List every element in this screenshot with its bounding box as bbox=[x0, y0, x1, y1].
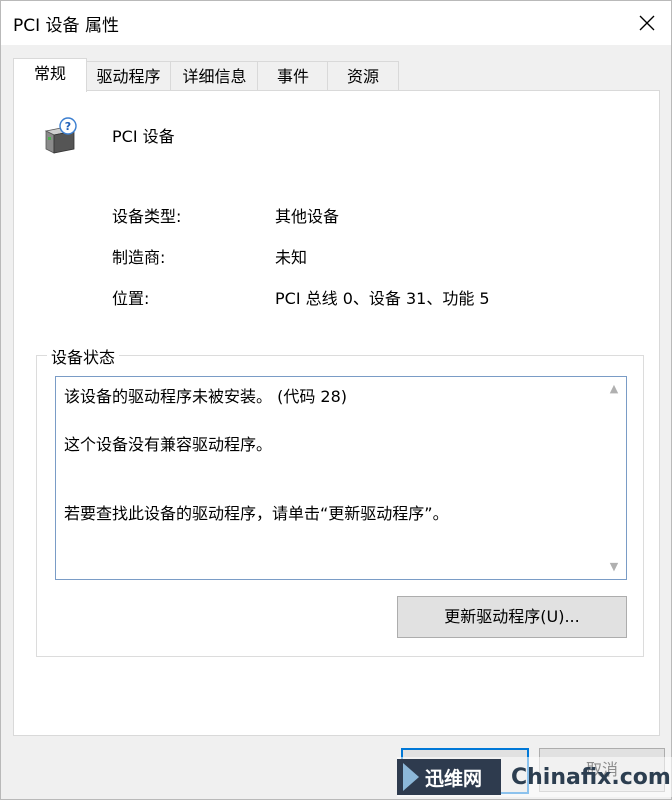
arrow-icon bbox=[403, 763, 419, 791]
device-type-value: 其他设备 bbox=[275, 207, 340, 226]
watermark: 迅维网 Chinafix.com bbox=[397, 757, 672, 797]
watermark-logo-text: 迅维网 bbox=[425, 767, 483, 790]
status-line: 这个设备没有兼容驱动程序。 bbox=[64, 435, 273, 454]
location-label: 位置: bbox=[112, 289, 150, 308]
status-line: 该设备的驱动程序未被安装。 (代码 28) bbox=[64, 387, 348, 406]
close-icon bbox=[639, 15, 655, 31]
device-name: PCI 设备 bbox=[112, 127, 175, 146]
watermark-text: Chinafix.com bbox=[511, 764, 671, 790]
device-status-group: 设备状态 该设备的驱动程序未被安装。 (代码 28) 这个设备没有兼容驱动程序。… bbox=[36, 344, 644, 657]
window-title: PCI 设备 属性 bbox=[13, 16, 119, 36]
tab-resources[interactable]: 资源 bbox=[327, 61, 399, 92]
scroll-down-icon[interactable]: ▼ bbox=[608, 561, 620, 573]
device-status-legend: 设备状态 bbox=[47, 344, 120, 368]
status-line: 若要查找此设备的驱动程序，请单击“更新驱动程序”。 bbox=[64, 504, 449, 523]
unknown-device-icon: ? bbox=[44, 117, 77, 154]
manufacturer-label: 制造商: bbox=[112, 248, 166, 267]
device-status-textbox[interactable]: 该设备的驱动程序未被安装。 (代码 28) 这个设备没有兼容驱动程序。 若要查找… bbox=[55, 376, 627, 580]
tab-general[interactable]: 常规 bbox=[13, 58, 87, 92]
tab-events[interactable]: 事件 bbox=[257, 61, 329, 92]
scroll-up-icon[interactable]: ▲ bbox=[608, 383, 620, 395]
close-button[interactable] bbox=[633, 9, 661, 37]
location-value: PCI 总线 0、设备 31、功能 5 bbox=[275, 289, 490, 308]
device-type-label: 设备类型: bbox=[112, 207, 182, 226]
tab-details[interactable]: 详细信息 bbox=[170, 61, 259, 92]
title-bar: PCI 设备 属性 bbox=[1, 1, 671, 45]
device-properties-dialog: PCI 设备 属性 常规 驱动程序 详细信息 事件 资源 ? PCI 设备 设备… bbox=[0, 0, 672, 800]
update-driver-button[interactable]: 更新驱动程序(U)... bbox=[397, 596, 627, 638]
tab-driver[interactable]: 驱动程序 bbox=[85, 61, 172, 92]
watermark-logo: 迅维网 bbox=[397, 759, 501, 795]
svg-text:?: ? bbox=[65, 120, 71, 133]
manufacturer-value: 未知 bbox=[275, 248, 308, 267]
general-tab-panel: ? PCI 设备 设备类型: 其他设备 制造商: 未知 位置: PCI 总线 0… bbox=[13, 90, 660, 736]
